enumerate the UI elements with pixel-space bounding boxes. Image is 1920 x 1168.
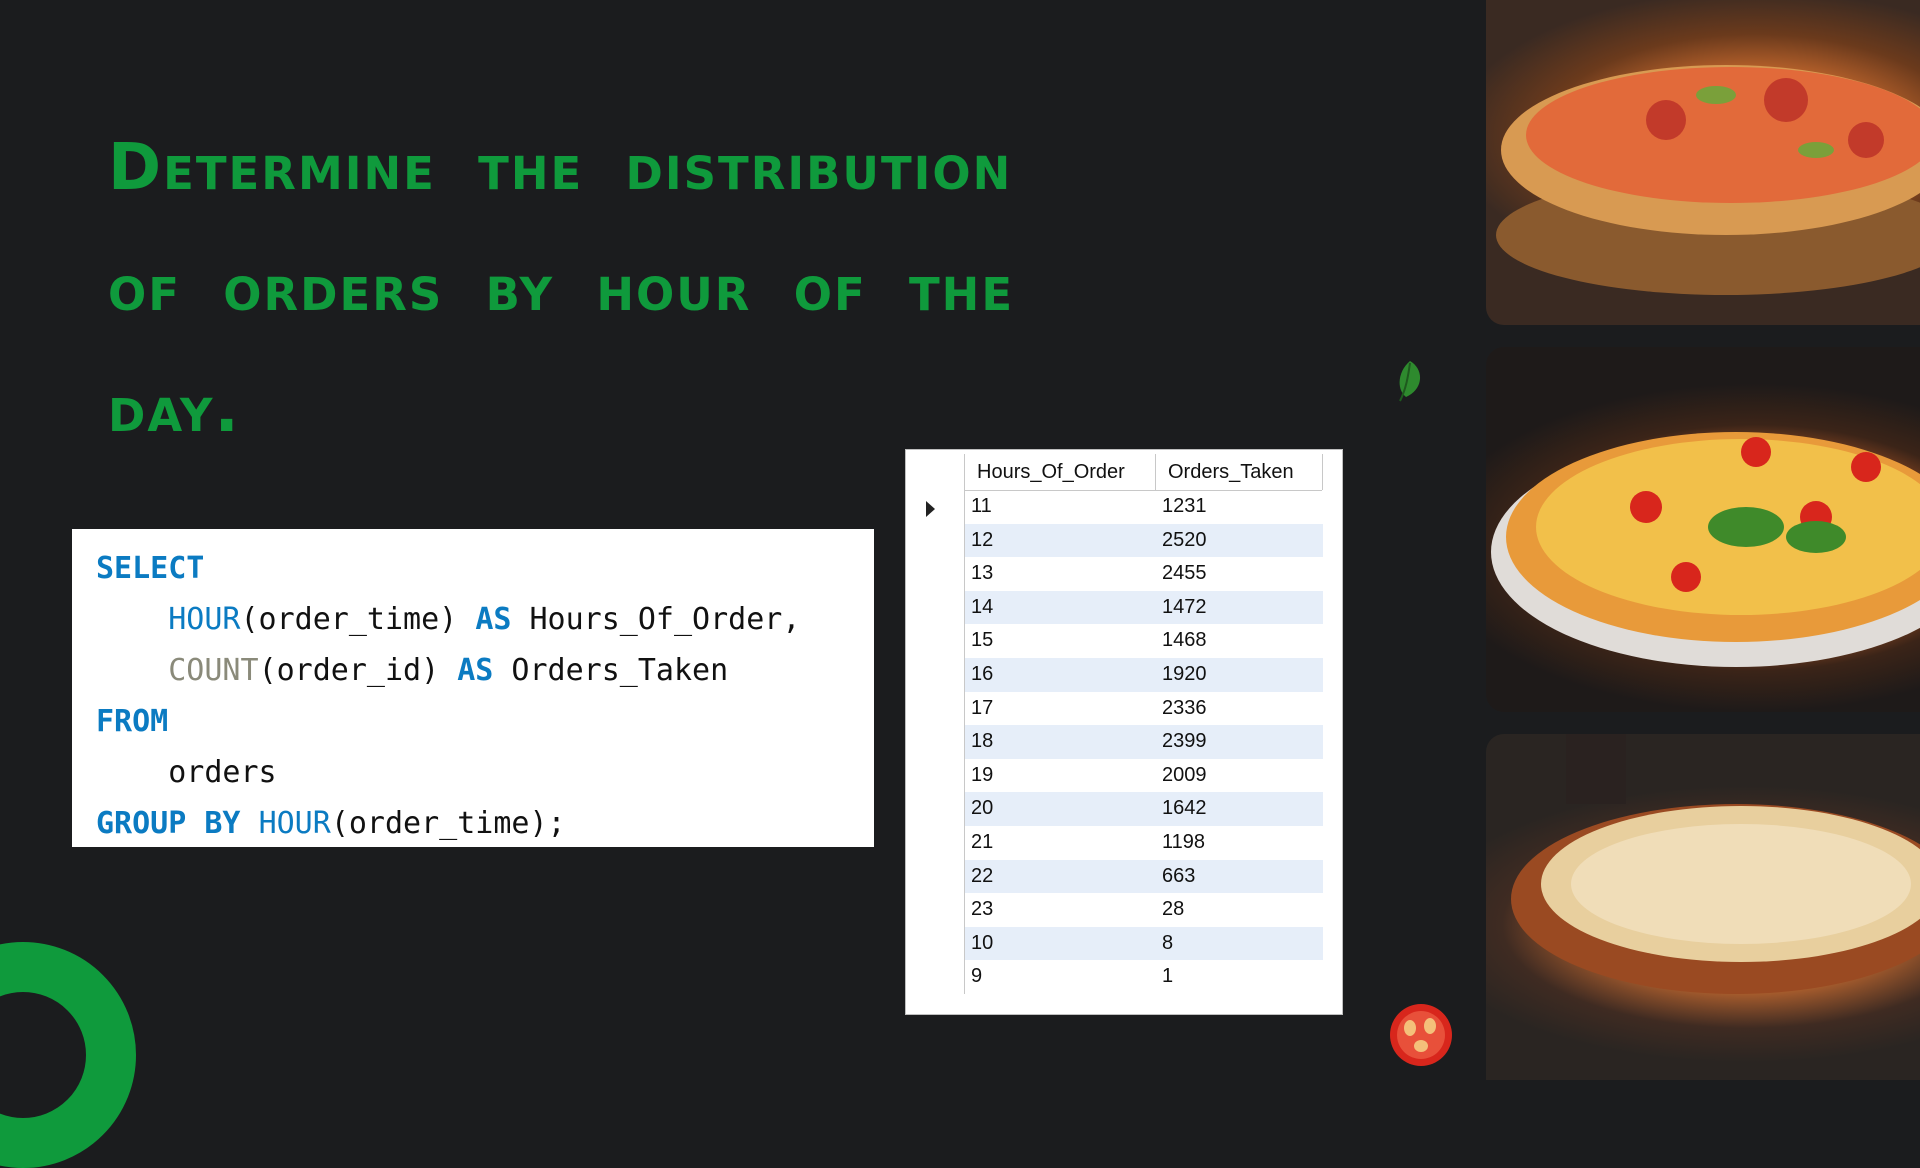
cell-orders-taken[interactable]: 1198 (1162, 831, 1205, 854)
sql-code-block: SELECT HOUR(order_time) AS Hours_Of_Orde… (72, 529, 874, 847)
cell-hours-of-order[interactable]: 21 (971, 831, 993, 854)
cell-hours-of-order[interactable]: 11 (971, 495, 992, 518)
pizza-illustration (1511, 734, 1920, 994)
code-line-4: FROM (96, 696, 850, 747)
cell-hours-of-order[interactable]: 20 (971, 797, 993, 820)
cell-orders-taken[interactable]: 28 (1162, 898, 1184, 921)
code-line-6: GROUP BY HOUR(order_time); (96, 798, 850, 849)
current-row-arrow-icon (926, 501, 935, 517)
sql-function: HOUR (258, 806, 331, 841)
cell-orders-taken[interactable]: 1231 (1162, 495, 1207, 518)
code-line-5: orders (96, 747, 850, 798)
grid-body: 11 1231 12 2520 13 2455 14 1472 15 1468 16 1920 17 23… (965, 490, 1323, 994)
cell-hours-of-order[interactable]: 10 (971, 932, 993, 955)
cell-orders-taken[interactable]: 1642 (1162, 797, 1207, 820)
sql-alias: Orders_Taken (493, 653, 729, 688)
column-header-orders[interactable]: Orders_Taken (1168, 461, 1294, 484)
cell-hours-of-order[interactable]: 22 (971, 865, 993, 888)
sql-args: (order_time) (240, 602, 476, 637)
table-row[interactable]: 13 2455 (965, 557, 1323, 591)
sql-function: COUNT (168, 653, 259, 688)
pizza-photo-1 (1486, 0, 1920, 325)
table-row[interactable]: 12 2520 (965, 523, 1323, 558)
cell-hours-of-order[interactable]: 16 (971, 663, 993, 686)
table-row[interactable]: 18 2399 (965, 725, 1323, 759)
table-row[interactable]: 10 8 (965, 926, 1323, 961)
basil-leaf-icon (1399, 361, 1421, 402)
sql-keyword: GROUP BY (96, 806, 241, 841)
column-divider[interactable] (1155, 454, 1156, 490)
sql-keyword: SELECT (96, 551, 205, 586)
column-header-hours[interactable]: Hours_Of_Order (977, 461, 1125, 484)
cell-orders-taken[interactable]: 8 (1162, 932, 1173, 955)
column-divider[interactable] (1322, 454, 1323, 490)
cell-orders-taken[interactable]: 1 (1162, 965, 1173, 988)
table-row[interactable]: 21 1198 (965, 826, 1323, 860)
table-row[interactable]: 17 2336 (965, 692, 1323, 726)
sql-function: HOUR (168, 602, 241, 637)
result-grid[interactable]: Hours_Of_Order Orders_Taken 11 1231 12 2520… (905, 449, 1343, 1015)
cell-hours-of-order[interactable]: 19 (971, 764, 993, 787)
row-selector-gutter[interactable] (910, 490, 965, 994)
cell-hours-of-order[interactable]: 13 (971, 562, 993, 585)
table-row[interactable]: 20 1642 (965, 792, 1323, 826)
code-line-2: HOUR(order_time) AS Hours_Of_Order, (96, 594, 850, 645)
code-line-3: COUNT(order_id) AS Orders_Taken (96, 645, 850, 696)
grid-corner (910, 454, 965, 490)
pizza-photo-2 (1486, 347, 1920, 712)
sql-keyword: AS (457, 653, 494, 688)
sql-table: orders (168, 755, 277, 790)
cell-hours-of-order[interactable]: 14 (971, 596, 993, 619)
sql-keyword: AS (475, 602, 512, 637)
cell-orders-taken[interactable]: 2455 (1162, 562, 1207, 585)
grid-header: Hours_Of_Order Orders_Taken (910, 454, 1323, 491)
table-row[interactable]: 11 1231 (965, 490, 1323, 524)
table-row[interactable]: 91 (965, 960, 1323, 994)
cell-hours-of-order[interactable]: 18 (971, 730, 993, 753)
table-row[interactable]: 14 1472 (965, 590, 1323, 625)
table-row[interactable]: 15 1468 (965, 624, 1323, 658)
table-row[interactable]: 19 2009 (965, 759, 1323, 793)
slide-title: Determine the distribution of orders by … (108, 131, 1015, 447)
sql-keyword: FROM (96, 704, 169, 739)
green-arc-decoration (0, 942, 136, 1168)
cell-orders-taken[interactable]: 2520 (1162, 529, 1207, 552)
cell-orders-taken[interactable]: 1472 (1162, 596, 1207, 619)
pizza-illustration (1496, 65, 1920, 295)
tomato-slice-icon (1390, 1004, 1452, 1066)
table-row[interactable]: 23 28 (965, 893, 1323, 927)
cell-hours-of-order[interactable]: 17 (971, 697, 993, 720)
pizza-illustration (1491, 432, 1920, 667)
cell-hours-of-order[interactable]: 23 (971, 898, 993, 921)
cell-orders-taken[interactable]: 1920 (1162, 663, 1207, 686)
table-row[interactable]: 16 1920 (965, 657, 1323, 692)
sql-args: (order_id) (258, 653, 458, 688)
code-line-1: SELECT (96, 543, 850, 594)
cell-orders-taken[interactable]: 1468 (1162, 629, 1207, 652)
cell-orders-taken[interactable]: 2399 (1162, 730, 1207, 753)
cell-hours-of-order[interactable]: 15 (971, 629, 993, 652)
pizza-photo-3 (1486, 734, 1920, 1080)
cell-orders-taken[interactable]: 663 (1162, 865, 1195, 888)
cell-orders-taken[interactable]: 2336 (1162, 697, 1207, 720)
table-row[interactable]: 22 663 (965, 859, 1323, 894)
cell-orders-taken[interactable]: 2009 (1162, 764, 1207, 787)
sql-alias: Hours_Of_Order, (511, 602, 801, 637)
cell-hours-of-order[interactable]: 9 (971, 965, 982, 988)
cell-hours-of-order[interactable]: 12 (971, 529, 993, 552)
sql-args: (order_time); (330, 806, 566, 841)
